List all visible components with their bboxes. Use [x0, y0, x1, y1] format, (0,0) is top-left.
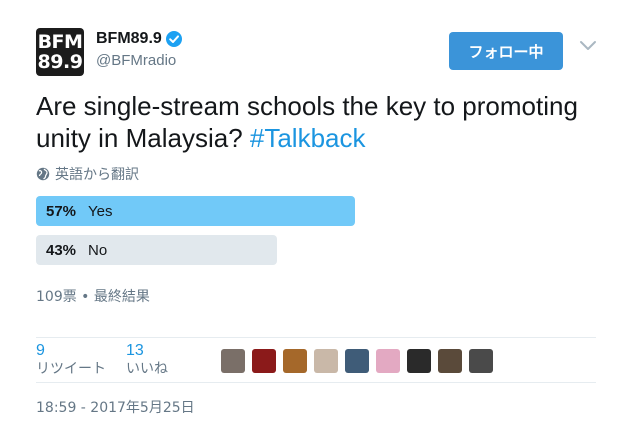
- likes-stat[interactable]: 13 いいね: [126, 342, 168, 378]
- poll-option-percent: 43%: [46, 241, 77, 259]
- liker-avatar[interactable]: [376, 349, 400, 373]
- poll-option-no: 43% No: [36, 235, 277, 265]
- profile-avatar[interactable]: BFM 89.9: [36, 28, 84, 76]
- likes-count[interactable]: 13: [126, 342, 168, 360]
- translate-link[interactable]: 英語から翻訳: [36, 164, 139, 184]
- poll-option-label: No: [88, 241, 108, 259]
- avatar-line-2: 89.9: [37, 51, 83, 73]
- liker-avatar[interactable]: [438, 349, 462, 373]
- divider: [36, 382, 596, 383]
- retweets-stat[interactable]: 9 リツイート: [36, 342, 106, 378]
- follow-button[interactable]: フォロー中: [449, 32, 563, 70]
- verified-badge-icon: [165, 31, 182, 47]
- poll-option-percent: 57%: [46, 202, 77, 220]
- liker-avatars: [221, 349, 500, 373]
- retweets-count[interactable]: 9: [36, 342, 106, 360]
- user-handle[interactable]: @BFMradio: [96, 52, 176, 69]
- translate-label[interactable]: 英語から翻訳: [55, 164, 139, 184]
- poll-option-yes: 57% Yes: [36, 196, 355, 226]
- liker-avatar[interactable]: [221, 349, 245, 373]
- avatar-line-1: BFM: [37, 31, 83, 53]
- liker-avatar[interactable]: [345, 349, 369, 373]
- liker-avatar[interactable]: [252, 349, 276, 373]
- display-name[interactable]: BFM89.9: [96, 30, 162, 48]
- liker-avatar[interactable]: [469, 349, 493, 373]
- poll-option-label: Yes: [88, 202, 113, 220]
- retweets-label[interactable]: リツイート: [36, 360, 106, 378]
- hashtag-link[interactable]: #Talkback: [250, 123, 366, 153]
- liker-avatar[interactable]: [407, 349, 431, 373]
- chevron-down-icon[interactable]: [578, 38, 598, 54]
- likes-label[interactable]: いいね: [126, 360, 168, 378]
- liker-avatar[interactable]: [283, 349, 307, 373]
- tweet-text: Are single-stream schools the key to pro…: [36, 90, 596, 154]
- timestamp[interactable]: 18:59 - 2017年5月25日: [36, 397, 195, 417]
- display-name-row[interactable]: BFM89.9: [96, 30, 182, 48]
- poll-meta: 109票 • 最終結果: [36, 289, 150, 305]
- liker-avatar[interactable]: [314, 349, 338, 373]
- divider: [36, 337, 596, 338]
- globe-icon: [36, 167, 50, 181]
